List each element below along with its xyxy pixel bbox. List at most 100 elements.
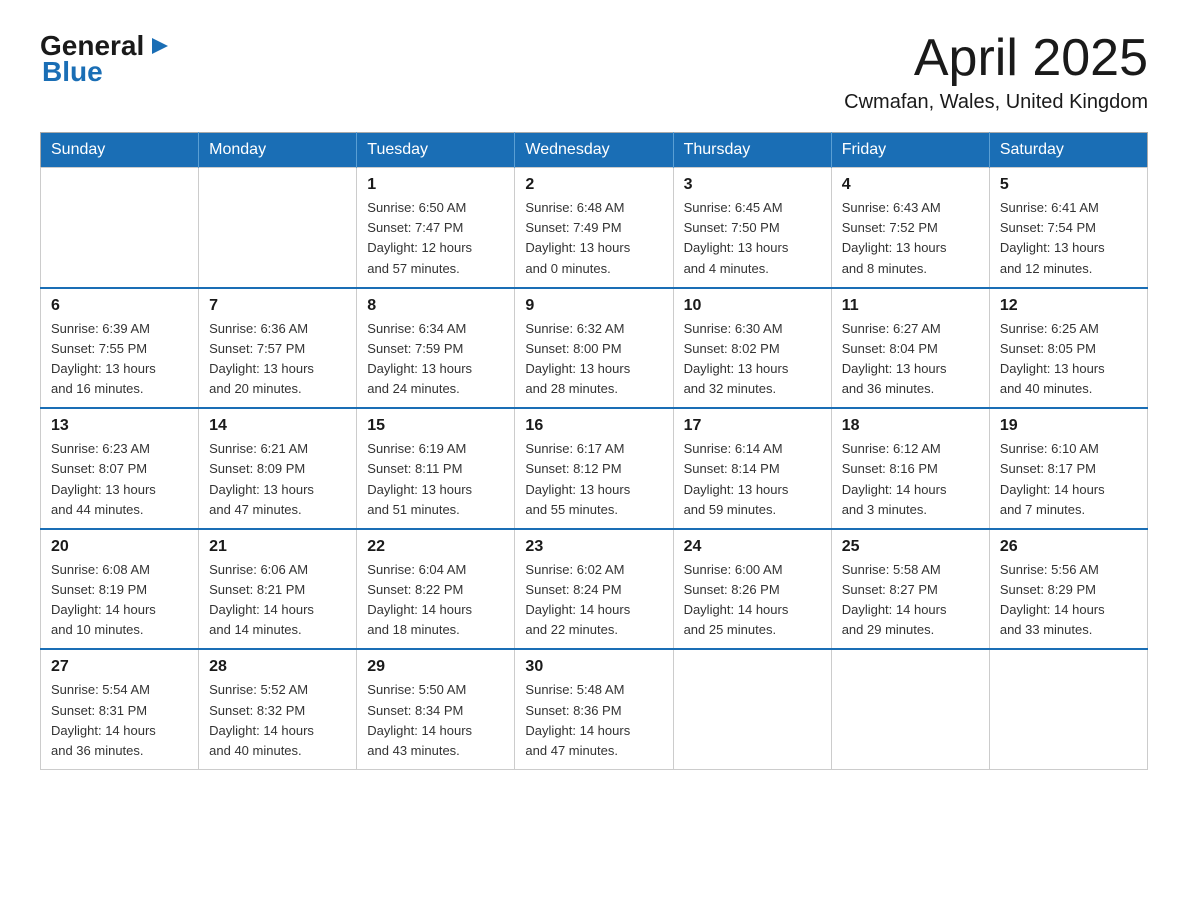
day-number: 27 [51,658,188,676]
calendar-cell [199,168,357,288]
day-info: Sunrise: 6:25 AMSunset: 8:05 PMDaylight:… [1000,319,1137,400]
day-number: 16 [525,417,662,435]
calendar-week-row: 20 Sunrise: 6:08 AMSunset: 8:19 PMDayligh… [41,529,1148,650]
day-info: Sunrise: 6:10 AMSunset: 8:17 PMDaylight:… [1000,439,1137,520]
calendar-cell: 6 Sunrise: 6:39 AMSunset: 7:55 PMDaylight… [41,288,199,409]
calendar-cell: 29 Sunrise: 5:50 AMSunset: 8:34 PMDayligh… [357,649,515,769]
day-info: Sunrise: 5:50 AMSunset: 8:34 PMDaylight:… [367,680,504,761]
calendar-cell [673,649,831,769]
calendar-cell: 25 Sunrise: 5:58 AMSunset: 8:27 PMDayligh… [831,529,989,650]
calendar-week-row: 1 Sunrise: 6:50 AMSunset: 7:47 PMDaylight… [41,168,1148,288]
day-info: Sunrise: 5:52 AMSunset: 8:32 PMDaylight:… [209,680,346,761]
calendar-cell: 20 Sunrise: 6:08 AMSunset: 8:19 PMDayligh… [41,529,199,650]
logo-arrow-icon [146,32,174,60]
calendar-cell: 16 Sunrise: 6:17 AMSunset: 8:12 PMDayligh… [515,408,673,529]
calendar-cell: 15Sunrise: 6:19 AMSunset: 8:11 PMDayligh… [357,408,515,529]
day-info: Sunrise: 5:58 AMSunset: 8:27 PMDaylight:… [842,560,979,641]
day-info: Sunrise: 6:23 AMSunset: 8:07 PMDaylight:… [51,439,188,520]
day-info: Sunrise: 6:41 AMSunset: 7:54 PMDaylight:… [1000,198,1137,279]
col-monday: Monday [199,133,357,168]
calendar-body: 1 Sunrise: 6:50 AMSunset: 7:47 PMDaylight… [41,168,1148,770]
calendar-cell: 21 Sunrise: 6:06 AMSunset: 8:21 PMDayligh… [199,529,357,650]
day-number: 19 [1000,417,1137,435]
day-info: Sunrise: 5:56 AMSunset: 8:29 PMDaylight:… [1000,560,1137,641]
day-info: Sunrise: 6:43 AMSunset: 7:52 PMDaylight:… [842,198,979,279]
day-number: 2 [525,176,662,194]
col-sunday: Sunday [41,133,199,168]
day-info: Sunrise: 6:06 AMSunset: 8:21 PMDaylight:… [209,560,346,641]
day-number: 23 [525,538,662,556]
day-number: 20 [51,538,188,556]
day-info: Sunrise: 6:02 AMSunset: 8:24 PMDaylight:… [525,560,662,641]
day-info: Sunrise: 6:34 AMSunset: 7:59 PMDaylight:… [367,319,504,400]
calendar-title: April 2025 [844,30,1148,87]
calendar-cell: 10Sunrise: 6:30 AMSunset: 8:02 PMDayligh… [673,288,831,409]
day-number: 4 [842,176,979,194]
day-number: 6 [51,297,188,315]
day-number: 29 [367,658,504,676]
calendar-cell: 18 Sunrise: 6:12 AMSunset: 8:16 PMDayligh… [831,408,989,529]
calendar-cell: 26Sunrise: 5:56 AMSunset: 8:29 PMDayligh… [989,529,1147,650]
day-info: Sunrise: 6:36 AMSunset: 7:57 PMDaylight:… [209,319,346,400]
calendar-cell [41,168,199,288]
day-info: Sunrise: 6:39 AMSunset: 7:55 PMDaylight:… [51,319,188,400]
calendar-cell: 7 Sunrise: 6:36 AMSunset: 7:57 PMDaylight… [199,288,357,409]
day-number: 14 [209,417,346,435]
logo: General Blue [40,30,174,88]
day-info: Sunrise: 6:45 AMSunset: 7:50 PMDaylight:… [684,198,821,279]
day-number: 7 [209,297,346,315]
calendar-cell: 9Sunrise: 6:32 AMSunset: 8:00 PMDaylight… [515,288,673,409]
calendar-cell: 19 Sunrise: 6:10 AMSunset: 8:17 PMDayligh… [989,408,1147,529]
day-number: 24 [684,538,821,556]
calendar-cell: 1 Sunrise: 6:50 AMSunset: 7:47 PMDaylight… [357,168,515,288]
day-number: 1 [367,176,504,194]
calendar-table: Sunday Monday Tuesday Wednesday Thursday… [40,132,1148,770]
day-number: 11 [842,297,979,315]
calendar-subtitle: Cwmafan, Wales, United Kingdom [844,91,1148,114]
calendar-cell: 27Sunrise: 5:54 AMSunset: 8:31 PMDayligh… [41,649,199,769]
calendar-cell: 2 Sunrise: 6:48 AMSunset: 7:49 PMDaylight… [515,168,673,288]
calendar-cell: 30 Sunrise: 5:48 AMSunset: 8:36 PMDayligh… [515,649,673,769]
calendar-week-row: 13Sunrise: 6:23 AMSunset: 8:07 PMDayligh… [41,408,1148,529]
day-info: Sunrise: 6:21 AMSunset: 8:09 PMDaylight:… [209,439,346,520]
col-saturday: Saturday [989,133,1147,168]
col-friday: Friday [831,133,989,168]
day-info: Sunrise: 6:27 AMSunset: 8:04 PMDaylight:… [842,319,979,400]
calendar-cell [831,649,989,769]
col-tuesday: Tuesday [357,133,515,168]
day-number: 21 [209,538,346,556]
day-number: 30 [525,658,662,676]
day-number: 18 [842,417,979,435]
day-number: 3 [684,176,821,194]
logo-text-blue: Blue [42,56,103,88]
calendar-cell: 5 Sunrise: 6:41 AMSunset: 7:54 PMDaylight… [989,168,1147,288]
calendar-cell: 3 Sunrise: 6:45 AMSunset: 7:50 PMDaylight… [673,168,831,288]
day-number: 8 [367,297,504,315]
calendar-cell: 23 Sunrise: 6:02 AMSunset: 8:24 PMDayligh… [515,529,673,650]
col-thursday: Thursday [673,133,831,168]
day-number: 25 [842,538,979,556]
calendar-cell: 13Sunrise: 6:23 AMSunset: 8:07 PMDayligh… [41,408,199,529]
day-number: 22 [367,538,504,556]
day-number: 12 [1000,297,1137,315]
day-info: Sunrise: 6:08 AMSunset: 8:19 PMDaylight:… [51,560,188,641]
calendar-cell [989,649,1147,769]
day-info: Sunrise: 6:48 AMSunset: 7:49 PMDaylight:… [525,198,662,279]
day-number: 9 [525,297,662,315]
calendar-cell: 24 Sunrise: 6:00 AMSunset: 8:26 PMDayligh… [673,529,831,650]
day-number: 5 [1000,176,1137,194]
calendar-cell: 17Sunrise: 6:14 AMSunset: 8:14 PMDayligh… [673,408,831,529]
day-info: Sunrise: 6:19 AMSunset: 8:11 PMDaylight:… [367,439,504,520]
calendar-cell: 14 Sunrise: 6:21 AMSunset: 8:09 PMDayligh… [199,408,357,529]
day-info: Sunrise: 6:50 AMSunset: 7:47 PMDaylight:… [367,198,504,279]
calendar-cell: 12 Sunrise: 6:25 AMSunset: 8:05 PMDayligh… [989,288,1147,409]
day-info: Sunrise: 6:12 AMSunset: 8:16 PMDaylight:… [842,439,979,520]
day-info: Sunrise: 6:00 AMSunset: 8:26 PMDaylight:… [684,560,821,641]
title-section: April 2025 Cwmafan, Wales, United Kingdo… [844,30,1148,114]
calendar-week-row: 6 Sunrise: 6:39 AMSunset: 7:55 PMDaylight… [41,288,1148,409]
calendar-cell: 22Sunrise: 6:04 AMSunset: 8:22 PMDayligh… [357,529,515,650]
day-info: Sunrise: 6:30 AMSunset: 8:02 PMDaylight:… [684,319,821,400]
day-info: Sunrise: 6:17 AMSunset: 8:12 PMDaylight:… [525,439,662,520]
calendar-header-row: Sunday Monday Tuesday Wednesday Thursday… [41,133,1148,168]
day-info: Sunrise: 5:48 AMSunset: 8:36 PMDaylight:… [525,680,662,761]
